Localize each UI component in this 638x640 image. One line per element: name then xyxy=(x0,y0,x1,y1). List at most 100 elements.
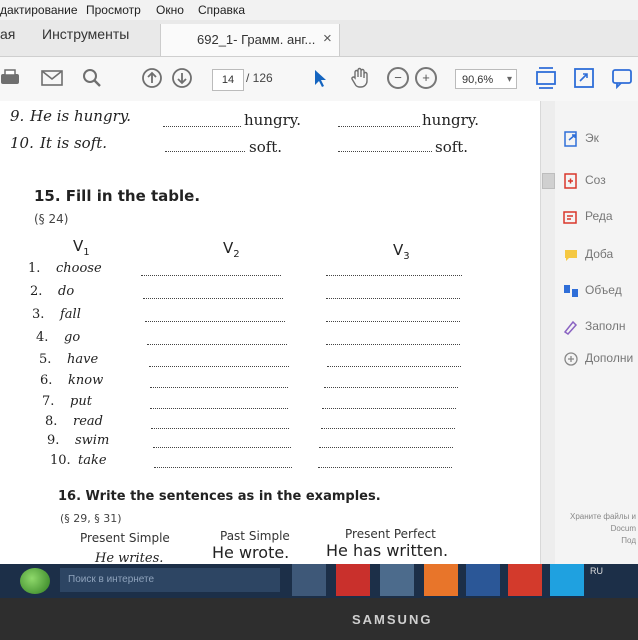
exercise-15-title: 15. Fill in the table. xyxy=(34,187,201,205)
answer-word: soft. xyxy=(435,138,469,156)
language-indicator[interactable]: RU xyxy=(590,566,603,576)
taskbar-app-explorer[interactable] xyxy=(292,564,326,596)
menu-item-edit[interactable]: дактирование xyxy=(0,3,78,17)
column-header-present-perfect: Present Perfect xyxy=(345,527,436,541)
answer-line-v3[interactable] xyxy=(319,447,453,448)
menu-item-help[interactable]: Справка xyxy=(198,3,245,17)
answer-line-v3[interactable] xyxy=(326,298,460,299)
taskbar-app-opera[interactable] xyxy=(508,564,542,596)
monitor-brand: SAMSUNG xyxy=(352,612,433,627)
hand-tool-icon[interactable] xyxy=(348,66,372,90)
promo-text: Храните файлы и Docum Под xyxy=(570,512,636,545)
column-header-v3: V3 xyxy=(393,241,410,262)
answer-line-v2[interactable] xyxy=(145,321,285,322)
panel-item-more-tools[interactable]: Дополни xyxy=(563,351,633,367)
answer-line-v3[interactable] xyxy=(326,321,460,322)
tab-bar: ая Инструменты 692_1- Грамм. анг... × xyxy=(0,20,638,57)
column-header-v1: V1 xyxy=(73,237,90,258)
exercise-16-ref: (§ 29, § 31) xyxy=(60,512,122,525)
comment-icon xyxy=(565,250,577,261)
taskbar-app-acrobat[interactable] xyxy=(336,564,370,596)
page-up-icon[interactable] xyxy=(140,66,164,90)
answer-line-v2[interactable] xyxy=(149,366,289,367)
answer-word: hungry. xyxy=(244,111,302,129)
answer-word: hungry. xyxy=(422,111,480,129)
monitor-bezel xyxy=(0,598,638,640)
edit-pdf-icon xyxy=(563,211,577,224)
menu-item-window[interactable]: Окно xyxy=(156,3,184,17)
answer-line-v3[interactable] xyxy=(318,467,452,468)
answer-line-v2[interactable] xyxy=(151,428,289,429)
create-pdf-icon xyxy=(564,173,577,189)
toolbar: 14 / 126 − + 90,6% ▾ xyxy=(0,57,638,102)
answer-line[interactable] xyxy=(338,151,432,152)
taskbar-app-skype[interactable] xyxy=(550,564,584,596)
mail-icon[interactable] xyxy=(40,66,64,90)
answer-line[interactable] xyxy=(338,126,420,127)
combine-files-icon xyxy=(564,285,578,297)
comment-icon[interactable] xyxy=(610,66,634,90)
column-header-present-simple: Present Simple xyxy=(80,531,170,545)
start-button[interactable] xyxy=(20,568,50,594)
fit-width-icon[interactable] xyxy=(534,66,558,90)
rotate-page-icon[interactable] xyxy=(572,66,596,90)
panel-item-edit[interactable]: Реда xyxy=(563,209,613,225)
vertical-scrollbar[interactable] xyxy=(540,101,555,576)
menu-bar: дактирование Просмотр Окно Справка xyxy=(0,0,638,20)
answer-line-v3[interactable] xyxy=(324,387,458,388)
row-number: 9. xyxy=(10,107,25,125)
answer-line-v3[interactable] xyxy=(321,428,455,429)
exercise-16-title: 16. Write the sentences as in the exampl… xyxy=(58,489,381,504)
panel-item-combine[interactable]: Объед xyxy=(563,283,622,299)
answer-line-v3[interactable] xyxy=(322,408,456,409)
screen: дактирование Просмотр Окно Справка ая Ин… xyxy=(0,0,638,598)
tab-document[interactable]: 692_1- Грамм. анг... × xyxy=(160,24,340,56)
select-cursor-icon[interactable] xyxy=(308,66,332,90)
panel-item-comment[interactable]: Доба xyxy=(563,247,613,263)
taskbar: Поиск в интернете RU xyxy=(0,564,638,598)
taskbar-app-files[interactable] xyxy=(380,564,414,596)
panel-item-create[interactable]: Соз xyxy=(563,173,606,189)
answer-line-v3[interactable] xyxy=(326,275,462,276)
tab-tools[interactable]: Инструменты xyxy=(42,26,129,42)
taskbar-app-powerpoint[interactable] xyxy=(424,564,458,596)
page-down-icon[interactable] xyxy=(170,66,194,90)
taskbar-app-word[interactable] xyxy=(466,564,500,596)
page-number-input[interactable]: 14 xyxy=(212,69,244,91)
answer-line[interactable] xyxy=(165,151,245,152)
panel-item-export[interactable]: Эк xyxy=(563,131,599,147)
chevron-down-icon: ▾ xyxy=(506,74,512,85)
zoom-select[interactable]: 90,6% ▾ xyxy=(455,69,517,89)
answer-line-v2[interactable] xyxy=(150,408,288,409)
tab-document-label: 692_1- Грамм. анг... xyxy=(197,32,316,47)
answer-line-v2[interactable] xyxy=(154,467,292,468)
export-pdf-icon xyxy=(564,131,577,147)
answer-line-v2[interactable] xyxy=(153,447,291,448)
answer-line[interactable] xyxy=(163,126,241,127)
answer-line-v3[interactable] xyxy=(327,366,461,367)
column-header-past-simple: Past Simple xyxy=(220,529,290,543)
zoom-out-icon[interactable]: − xyxy=(386,66,410,90)
zoom-in-icon[interactable]: + xyxy=(414,66,438,90)
answer-line-v2[interactable] xyxy=(147,344,287,345)
example-past-simple: He wrote. xyxy=(212,543,290,562)
page-total: / 126 xyxy=(246,71,273,85)
column-header-v2: V2 xyxy=(223,239,240,260)
fill-sign-icon xyxy=(563,320,578,335)
document-page: 9. He is hungry. hungry. hungry. 10. It … xyxy=(0,101,540,576)
example-present-perfect: He has written. xyxy=(326,541,449,560)
answer-line-v2[interactable] xyxy=(143,298,283,299)
scrollbar-thumb[interactable] xyxy=(542,173,555,189)
row-number: 10. xyxy=(10,134,34,152)
search-icon[interactable] xyxy=(80,66,104,90)
tools-panel: Эк Соз Реда Доба Объед Заполн Дополни Хр… xyxy=(555,101,638,576)
menu-item-view[interactable]: Просмотр xyxy=(86,3,141,17)
print-icon[interactable] xyxy=(0,66,22,90)
taskbar-search[interactable]: Поиск в интернете xyxy=(60,568,280,592)
answer-line-v2[interactable] xyxy=(150,387,288,388)
answer-line-v2[interactable] xyxy=(141,275,281,276)
answer-line-v3[interactable] xyxy=(326,344,460,345)
panel-item-fill-sign[interactable]: Заполн xyxy=(563,319,625,335)
tab-home[interactable]: ая xyxy=(0,26,15,42)
close-icon[interactable]: × xyxy=(323,30,332,47)
